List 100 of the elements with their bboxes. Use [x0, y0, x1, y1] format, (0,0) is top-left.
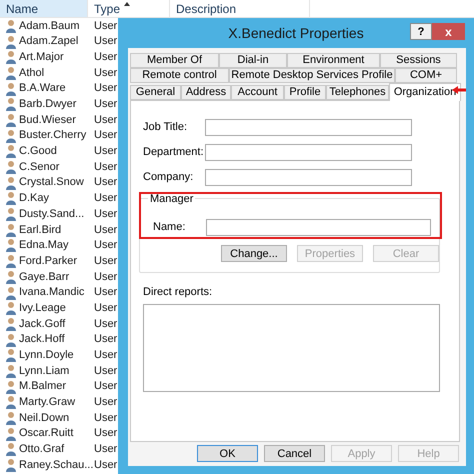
field-label: Direct reports: [143, 285, 214, 300]
user-icon [5, 286, 17, 300]
user-icon [5, 380, 17, 394]
user-type: User [93, 144, 118, 160]
user-icon [5, 316, 17, 331]
field-label: Department: [143, 145, 205, 160]
user-type: User [93, 364, 118, 379]
user-name: Lynn.Liam [19, 364, 70, 379]
tab[interactable]: Remote control [130, 68, 229, 83]
user-name: Otto.Graf [19, 442, 64, 458]
user-type: User [93, 160, 118, 175]
user-icon [5, 332, 17, 347]
text-field[interactable] [205, 119, 412, 136]
text-field[interactable] [205, 169, 412, 186]
tab[interactable]: Environment [287, 53, 380, 68]
user-name: Earl.Bird [19, 222, 62, 238]
user-name: Adam.Zapel [19, 34, 78, 50]
user-type: User [93, 81, 118, 96]
tab[interactable]: COM+ [395, 68, 457, 83]
user-name: Ford.Parker [19, 254, 78, 269]
user-type: User [93, 285, 118, 300]
dialog-button[interactable]: OK [197, 445, 258, 462]
user-name: Barb.Dwyer [19, 97, 76, 112]
user-name: Jack.Goff [19, 316, 66, 332]
user-name: C.Good [19, 144, 57, 160]
user-name: Crystal.Snow [19, 175, 84, 190]
tab[interactable]: Account [231, 85, 284, 100]
tab[interactable]: Organization [389, 83, 461, 101]
user-icon [5, 82, 17, 96]
field-label: Company: [143, 170, 194, 186]
name-field[interactable] [206, 219, 431, 236]
user-type: User [93, 316, 118, 332]
user-icon [5, 50, 17, 64]
user-type: User [93, 458, 118, 473]
tab[interactable]: Remote Desktop Services Profile [229, 68, 395, 83]
user-icon [5, 395, 17, 410]
user-icon [5, 176, 17, 190]
user-type: User [93, 410, 118, 426]
tab[interactable]: General [130, 85, 181, 100]
user-name: Athol [19, 66, 44, 81]
user-name: Raney.Schau... [19, 458, 94, 473]
user-icon [5, 97, 17, 112]
user-type: User [93, 50, 118, 65]
user-type: User [93, 175, 118, 190]
user-type: User [93, 97, 118, 112]
user-name: Edna.May [19, 238, 69, 254]
tab[interactable]: Address [181, 85, 231, 100]
user-type: User [93, 191, 118, 206]
user-icon [5, 254, 17, 268]
user-type: User [93, 379, 118, 394]
sort-arrow-icon [124, 2, 130, 6]
user-type: User [93, 112, 118, 128]
user-type: User [93, 254, 118, 269]
help-button[interactable]: ? [410, 23, 432, 40]
user-icon [5, 34, 17, 49]
tab[interactable]: Dial-in [219, 53, 287, 68]
user-icon [5, 442, 17, 456]
tab[interactable]: Member Of [130, 53, 219, 68]
user-type: User [93, 348, 118, 364]
user-name: Ivy.Leage [19, 300, 66, 316]
user-icon [5, 270, 17, 284]
user-icon [5, 18, 17, 33]
column-header[interactable]: Name [0, 0, 88, 17]
user-icon [5, 207, 17, 222]
user-icon [5, 411, 17, 426]
user-name: B.A.Ware [19, 81, 66, 96]
user-name: Jack.Hoff [19, 332, 65, 348]
user-name: Dusty.Sand... [19, 206, 84, 222]
user-type: User [93, 206, 118, 222]
user-icon [5, 128, 17, 143]
user-type: User [93, 300, 118, 316]
user-type: User [93, 18, 118, 34]
user-type: User [93, 238, 118, 254]
window-title: X.Benedict Properties [227, 24, 365, 43]
user-icon [5, 364, 17, 378]
user-icon [5, 458, 17, 472]
dialog-button[interactable]: Cancel [264, 445, 325, 462]
close-button[interactable]: x [432, 23, 465, 40]
user-name: Gaye.Barr [19, 270, 70, 285]
user-type: User [93, 128, 118, 144]
dialog-button[interactable]: Change... [221, 245, 287, 262]
user-type: User [93, 332, 118, 348]
direct-reports-list[interactable] [143, 304, 440, 392]
user-name: Art.Major [19, 50, 64, 65]
user-type: User [93, 34, 118, 50]
user-type: User [93, 442, 118, 458]
user-icon [5, 191, 17, 206]
user-icon [5, 238, 17, 252]
field-label: Name: [153, 220, 186, 236]
tab[interactable]: Sessions [380, 53, 457, 68]
user-icon [5, 222, 17, 237]
user-icon [5, 426, 17, 441]
user-name: Ivana.Mandic [19, 285, 84, 300]
user-type: User [93, 270, 118, 285]
text-field[interactable] [205, 144, 412, 161]
tab[interactable]: Profile [284, 85, 326, 100]
user-icon [5, 301, 17, 316]
user-icon [5, 160, 17, 174]
user-name: Buster.Cherry [19, 128, 86, 144]
tab[interactable]: Telephones [326, 85, 389, 100]
